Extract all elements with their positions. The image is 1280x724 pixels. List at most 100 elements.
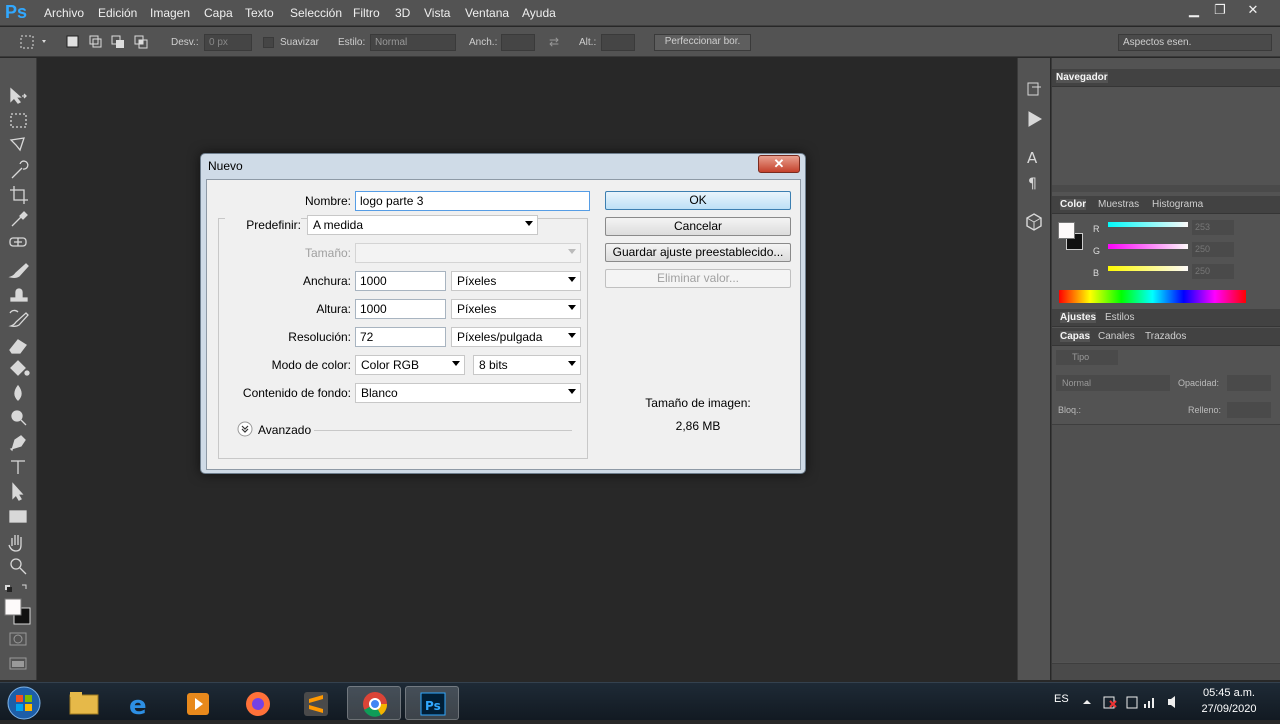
taskbar-firefox[interactable] <box>231 686 285 720</box>
type-tool-icon[interactable] <box>11 460 25 474</box>
layers-list[interactable] <box>1052 424 1280 662</box>
brush-tool-icon[interactable] <box>8 263 29 278</box>
swap-colors-icon[interactable] <box>22 584 27 589</box>
height-input[interactable] <box>601 34 635 51</box>
character-icon[interactable]: A <box>1027 149 1038 167</box>
swap-icon[interactable]: ⇄ <box>549 35 559 49</box>
quick-selection-icon[interactable] <box>11 160 29 179</box>
advanced-label[interactable]: Avanzado <box>258 423 311 437</box>
clock-date[interactable]: 27/09/2020 <box>1200 703 1258 715</box>
channel-r-value[interactable]: 253 <box>1192 220 1234 235</box>
close-button[interactable]: ✕ <box>1240 1 1266 19</box>
start-button[interactable] <box>4 685 44 721</box>
marquee-tool-icon[interactable] <box>10 113 27 128</box>
eraser-icon[interactable] <box>9 339 27 354</box>
history-brush-icon[interactable] <box>8 309 29 327</box>
taskbar-media-player[interactable] <box>171 686 225 720</box>
quick-mask-icon[interactable] <box>9 632 27 646</box>
background-contents-select[interactable]: Blanco <box>355 383 581 403</box>
tab-histograma[interactable]: Histograma <box>1152 199 1203 210</box>
lasso-tool-icon[interactable] <box>9 137 25 152</box>
ok-button[interactable]: OK <box>605 191 791 210</box>
actions-play-icon[interactable] <box>1028 111 1042 127</box>
taskbar-internet-explorer[interactable]: e <box>115 686 169 721</box>
paint-bucket-icon[interactable] <box>10 360 30 376</box>
name-input[interactable]: logo parte 3 <box>355 191 590 211</box>
clone-stamp-icon[interactable] <box>10 288 28 302</box>
width-unit-select[interactable]: Píxeles <box>451 271 581 291</box>
language-indicator[interactable]: ES <box>1054 693 1069 705</box>
size-select[interactable] <box>355 243 581 263</box>
path-selection-icon[interactable] <box>12 482 24 501</box>
minimize-button[interactable]: ▁ <box>1181 1 1207 19</box>
smooth-checkbox[interactable] <box>263 37 274 48</box>
channel-g-value[interactable]: 250 <box>1192 242 1234 257</box>
fill-input[interactable] <box>1227 402 1271 418</box>
channel-g-slider[interactable] <box>1108 244 1188 249</box>
blend-mode-select[interactable]: Normal <box>1056 375 1170 391</box>
pen-tool-icon[interactable] <box>9 435 26 452</box>
eyedropper-icon[interactable] <box>11 211 28 227</box>
channel-r-slider[interactable] <box>1108 222 1188 227</box>
cancel-button[interactable]: Cancelar <box>605 217 791 236</box>
foreground-background-color[interactable] <box>4 598 31 625</box>
menu-seleccion[interactable]: Selección <box>290 6 342 20</box>
color-spectrum-ramp[interactable] <box>1059 290 1246 303</box>
navigator-zoom-slider[interactable] <box>1052 185 1280 192</box>
style-select[interactable]: Normal <box>370 34 456 51</box>
paragraph-icon[interactable]: ¶ <box>1028 176 1037 192</box>
tab-navegador[interactable]: Navegador <box>1056 72 1108 83</box>
channel-b-slider[interactable] <box>1108 266 1188 271</box>
tab-capas[interactable]: Capas <box>1060 331 1091 342</box>
expand-advanced-icon[interactable] <box>237 421 253 437</box>
tab-color[interactable]: Color <box>1060 199 1087 210</box>
intersect-selection-icon[interactable] <box>134 35 148 49</box>
history-icon[interactable] <box>1027 82 1041 96</box>
resolution-unit-select[interactable]: Píxeles/pulgada <box>451 327 581 347</box>
taskbar-photoshop[interactable]: Ps <box>405 686 459 720</box>
screen-mode-icon[interactable] <box>9 657 27 670</box>
taskbar-sublime[interactable] <box>289 686 343 720</box>
menu-vista[interactable]: Vista <box>424 6 450 20</box>
height-input[interactable]: 1000 <box>355 299 446 319</box>
channel-b-value[interactable]: 250 <box>1192 264 1234 279</box>
tab-estilos[interactable]: Estilos <box>1105 312 1134 323</box>
rectangle-tool-icon[interactable] <box>9 510 27 523</box>
bit-depth-select[interactable]: 8 bits <box>473 355 581 375</box>
zoom-tool-icon[interactable] <box>10 558 27 575</box>
layer-kind-filter[interactable]: Tipo <box>1056 350 1118 365</box>
width-input[interactable] <box>501 34 535 51</box>
add-selection-icon[interactable] <box>89 35 103 49</box>
height-unit-select[interactable]: Píxeles <box>451 299 581 319</box>
system-tray-icons[interactable] <box>1080 694 1190 710</box>
resolution-input[interactable]: 72 <box>355 327 446 347</box>
tab-ajustes[interactable]: Ajustes <box>1060 312 1097 323</box>
3d-cube-icon[interactable] <box>1026 213 1042 231</box>
foreground-color-swatch[interactable] <box>1058 222 1075 239</box>
taskbar-chrome[interactable] <box>347 686 401 720</box>
crop-tool-icon[interactable] <box>10 186 28 204</box>
dialog-close-button[interactable]: ✕ <box>758 155 800 173</box>
default-colors-icon[interactable] <box>5 585 12 592</box>
menu-ayuda[interactable]: Ayuda <box>522 6 556 20</box>
new-selection-icon[interactable] <box>66 35 80 49</box>
healing-brush-icon[interactable] <box>9 237 27 247</box>
hand-tool-icon[interactable] <box>8 535 22 552</box>
dodge-tool-icon[interactable] <box>11 410 27 426</box>
move-tool-icon[interactable] <box>10 87 27 104</box>
menu-imagen[interactable]: Imagen <box>150 6 190 20</box>
feather-input[interactable]: 0 px <box>204 34 252 51</box>
clock-time[interactable]: 05:45 a.m. <box>1200 687 1258 699</box>
refine-edge-button[interactable]: Perfeccionar bor. <box>654 34 751 51</box>
menu-ventana[interactable]: Ventana <box>465 6 509 20</box>
preset-select[interactable]: A medida <box>307 215 538 235</box>
taskbar-explorer[interactable] <box>57 686 111 720</box>
menu-filtro[interactable]: Filtro <box>353 6 380 20</box>
save-preset-button[interactable]: Guardar ajuste preestablecido... <box>605 243 791 262</box>
tab-trazados[interactable]: Trazados <box>1145 331 1186 342</box>
menu-edicion[interactable]: Edición <box>98 6 137 20</box>
subtract-selection-icon[interactable] <box>111 35 125 49</box>
tab-canales[interactable]: Canales <box>1098 331 1135 342</box>
menu-3d[interactable]: 3D <box>395 6 410 20</box>
menu-archivo[interactable]: Archivo <box>44 6 84 20</box>
